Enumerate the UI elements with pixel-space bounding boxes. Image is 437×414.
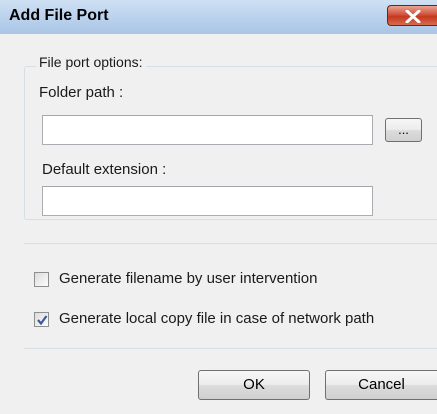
group-legend: File port options:	[36, 54, 146, 70]
buttons-separator	[24, 348, 437, 349]
ok-button[interactable]: OK	[198, 370, 310, 400]
default-extension-label: Default extension :	[42, 161, 167, 178]
user-intervention-checkbox[interactable]	[34, 272, 49, 287]
checkmark-icon	[37, 315, 48, 326]
dialog-body: File port options: Folder path : ... Def…	[0, 34, 437, 414]
local-copy-label[interactable]: Generate local copy file in case of netw…	[59, 310, 374, 327]
cancel-button[interactable]: Cancel	[325, 370, 437, 400]
close-button[interactable]	[387, 5, 437, 26]
add-file-port-dialog: Add File Port File port options: Folder …	[0, 0, 437, 414]
local-copy-checkbox[interactable]	[34, 312, 49, 327]
dialog-title: Add File Port	[9, 7, 109, 24]
folder-path-input[interactable]	[42, 115, 373, 145]
default-extension-input[interactable]	[42, 186, 373, 216]
user-intervention-label[interactable]: Generate filename by user intervention	[59, 270, 317, 287]
title-bar[interactable]: Add File Port	[0, 0, 437, 34]
browse-button[interactable]: ...	[385, 118, 422, 142]
options-separator	[24, 243, 437, 244]
close-x-icon	[405, 10, 421, 23]
folder-path-label: Folder path :	[39, 84, 124, 101]
